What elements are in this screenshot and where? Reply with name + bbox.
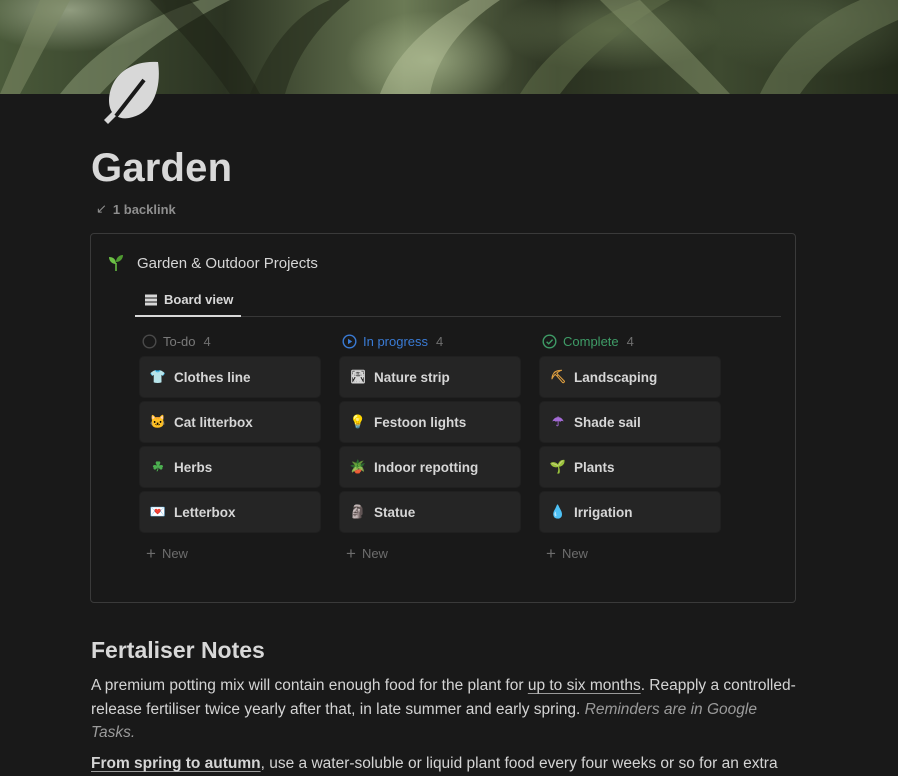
new-card-button[interactable]: + New	[540, 538, 720, 568]
droplet-icon: 💧	[549, 504, 567, 519]
umbrella-icon: ☂	[552, 414, 564, 429]
leaf-icon[interactable]	[100, 58, 164, 124]
new-card-label: New	[361, 545, 388, 561]
board-card[interactable]: 👕 Clothes line	[140, 357, 320, 397]
column-count: 4	[436, 333, 444, 349]
card-title: Nature strip	[374, 369, 450, 385]
new-card-label: New	[161, 545, 188, 561]
board-view-icon	[145, 294, 157, 305]
card-title: Indoor repotting	[374, 459, 479, 475]
card-title: Letterbox	[174, 504, 236, 520]
seedling-icon: 🌱	[549, 459, 567, 474]
board-card[interactable]: 🌱 Plants	[540, 447, 720, 487]
plus-icon: +	[146, 543, 156, 563]
arrow-down-left-icon: ↙	[96, 201, 107, 216]
column-title: Complete	[563, 333, 619, 349]
card-title: Statue	[374, 504, 416, 520]
column-title: To-do	[163, 333, 196, 349]
board-card[interactable]: 🗿 Statue	[340, 492, 520, 532]
column-header[interactable]: To-do 4	[140, 330, 320, 352]
board-card[interactable]: ☂ Shade sail	[540, 402, 720, 442]
circle-empty-icon	[142, 333, 157, 349]
backlink-link[interactable]: ↙ 1 backlink	[96, 201, 176, 217]
page-title: Garden	[91, 146, 233, 190]
card-title: Plants	[574, 459, 615, 475]
notes-bold-text: From spring to autumn	[91, 755, 261, 772]
cat-icon: 🐱	[149, 414, 167, 429]
statue-icon: 🗿	[349, 504, 367, 519]
column-title: In progress	[363, 333, 429, 349]
card-title: Clothes line	[174, 369, 251, 385]
circle-play-icon	[342, 333, 357, 349]
love-letter-icon: 💌	[149, 504, 167, 519]
card-title: Shade sail	[574, 414, 641, 430]
lightbulb-icon: 💡	[349, 414, 367, 429]
plus-icon: +	[546, 543, 556, 563]
card-title: Festoon lights	[374, 414, 467, 430]
new-card-button[interactable]: + New	[140, 538, 320, 568]
notes-text: A premium potting mix will contain enoug…	[91, 677, 528, 694]
column-count: 4	[626, 333, 634, 349]
notes-paragraph: A premium potting mix will contain enoug…	[91, 674, 803, 745]
board-card[interactable]: 💡 Festoon lights	[340, 402, 520, 442]
column-count: 4	[203, 333, 211, 349]
new-card-label: New	[561, 545, 588, 561]
card-title: Irrigation	[574, 504, 633, 520]
board-card[interactable]: 🐱 Cat litterbox	[140, 402, 320, 442]
database-title-label: Garden & Outdoor Projects	[137, 254, 318, 272]
column-header[interactable]: Complete 4	[540, 330, 720, 352]
notes-text: , use a water-soluble or liquid plant fo…	[260, 755, 778, 772]
board-column-todo: To-do 4 👕 Clothes line 🐱 Cat litterbox ☘ He…	[140, 330, 320, 568]
board-column-in-progress: In progress 4 🛣 Nature strip 💡 Festoon lig…	[340, 330, 520, 568]
board-column-complete: Complete 4 ⛏ Landscaping ☂ Shade sail 🌱 Pla…	[540, 330, 720, 568]
board-card[interactable]: 🛣 Nature strip	[340, 357, 520, 397]
board-card[interactable]: 🪴 Indoor repotting	[340, 447, 520, 487]
card-title: Cat litterbox	[174, 414, 253, 430]
board-card[interactable]: ☘ Herbs	[140, 447, 320, 487]
tshirt-icon: 👕	[149, 369, 167, 384]
tab-board-view[interactable]: Board view	[135, 284, 242, 317]
shamrock-icon: ☘	[152, 459, 164, 474]
circle-check-icon	[542, 333, 557, 349]
column-header[interactable]: In progress 4	[340, 330, 520, 352]
board-card[interactable]: 💧 Irrigation	[540, 492, 720, 532]
potted-plant-icon: 🪴	[349, 459, 367, 474]
plus-icon: +	[346, 543, 356, 563]
section-heading: Fertaliser Notes	[91, 637, 265, 663]
tab-board-view-label: Board view	[164, 292, 234, 307]
pick-icon: ⛏	[549, 369, 567, 384]
notes-link[interactable]: up to six months	[528, 677, 641, 694]
board-card[interactable]: 💌 Letterbox	[140, 492, 320, 532]
road-icon: 🛣	[349, 369, 367, 384]
backlink-label: 1 backlink	[112, 201, 176, 217]
card-title: Herbs	[174, 459, 213, 475]
notes-paragraph: From spring to autumn, use a water-solub…	[91, 752, 803, 776]
board-database: Garden & Outdoor Projects Board view To-…	[90, 233, 796, 603]
card-title: Landscaping	[574, 369, 658, 385]
board-card[interactable]: ⛏ Landscaping	[540, 357, 720, 397]
new-card-button[interactable]: + New	[340, 538, 520, 568]
database-title[interactable]: Garden & Outdoor Projects	[107, 254, 318, 272]
seedling-icon	[109, 255, 123, 271]
view-tabs: Board view	[135, 284, 781, 317]
